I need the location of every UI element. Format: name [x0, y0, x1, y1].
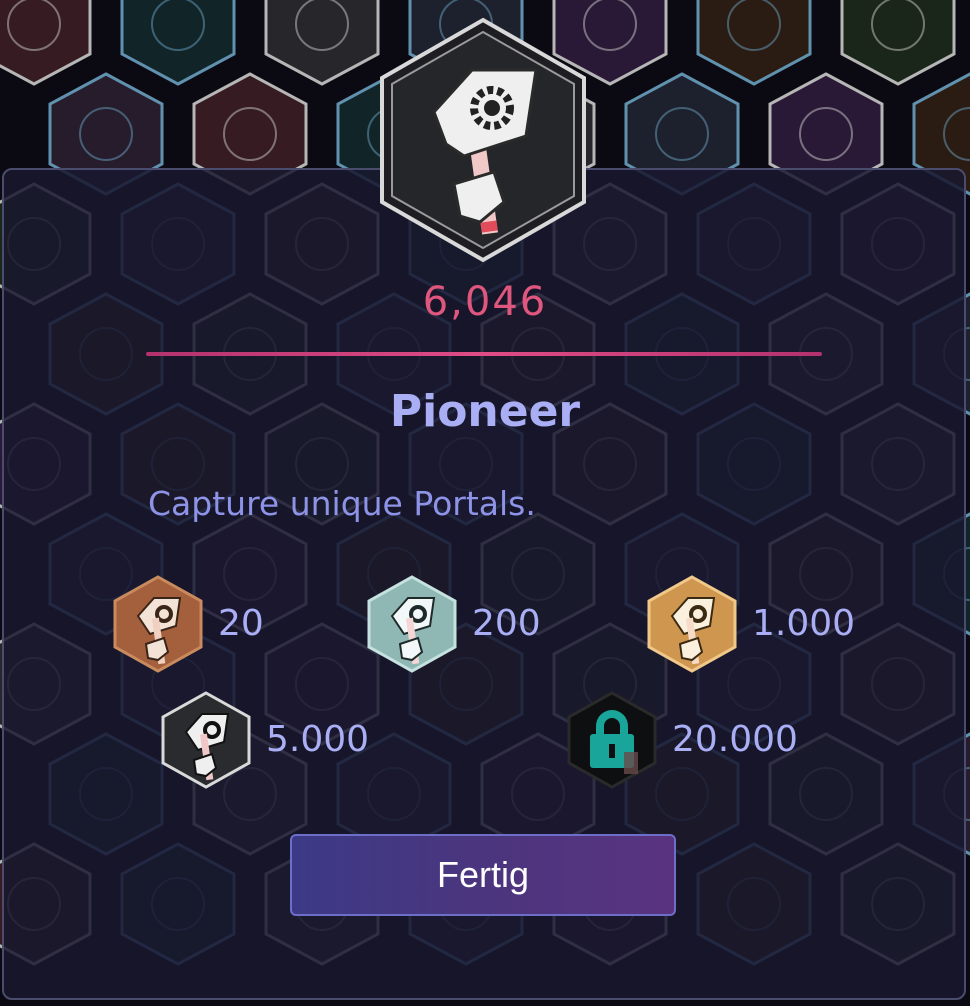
tier-bronze-value: 20	[218, 603, 264, 644]
badge-count: 6,046	[422, 279, 548, 325]
tier-bronze: 20	[112, 574, 264, 674]
done-button[interactable]: Fertig	[290, 834, 676, 916]
tier-platinum: 5.000	[160, 690, 369, 790]
tier-silver-value: 200	[472, 603, 541, 644]
tier-silver: 200	[366, 574, 541, 674]
lock-icon	[566, 690, 658, 790]
tier-platinum-value: 5.000	[266, 719, 370, 760]
bronze-badge-icon	[112, 574, 204, 674]
divider	[146, 352, 822, 356]
tier-onyx-value: 20.000	[672, 719, 798, 760]
tier-gold-value: 1.000	[752, 603, 856, 644]
silver-badge-icon	[366, 574, 458, 674]
tier-onyx: 20.000	[566, 690, 798, 790]
pioneer-badge-icon	[376, 16, 590, 264]
gold-badge-icon	[646, 574, 738, 674]
tier-gold: 1.000	[646, 574, 855, 674]
badge-title: Pioneer	[389, 386, 581, 437]
badge-description: Capture unique Portals.	[148, 484, 536, 523]
platinum-badge-icon	[160, 690, 252, 790]
